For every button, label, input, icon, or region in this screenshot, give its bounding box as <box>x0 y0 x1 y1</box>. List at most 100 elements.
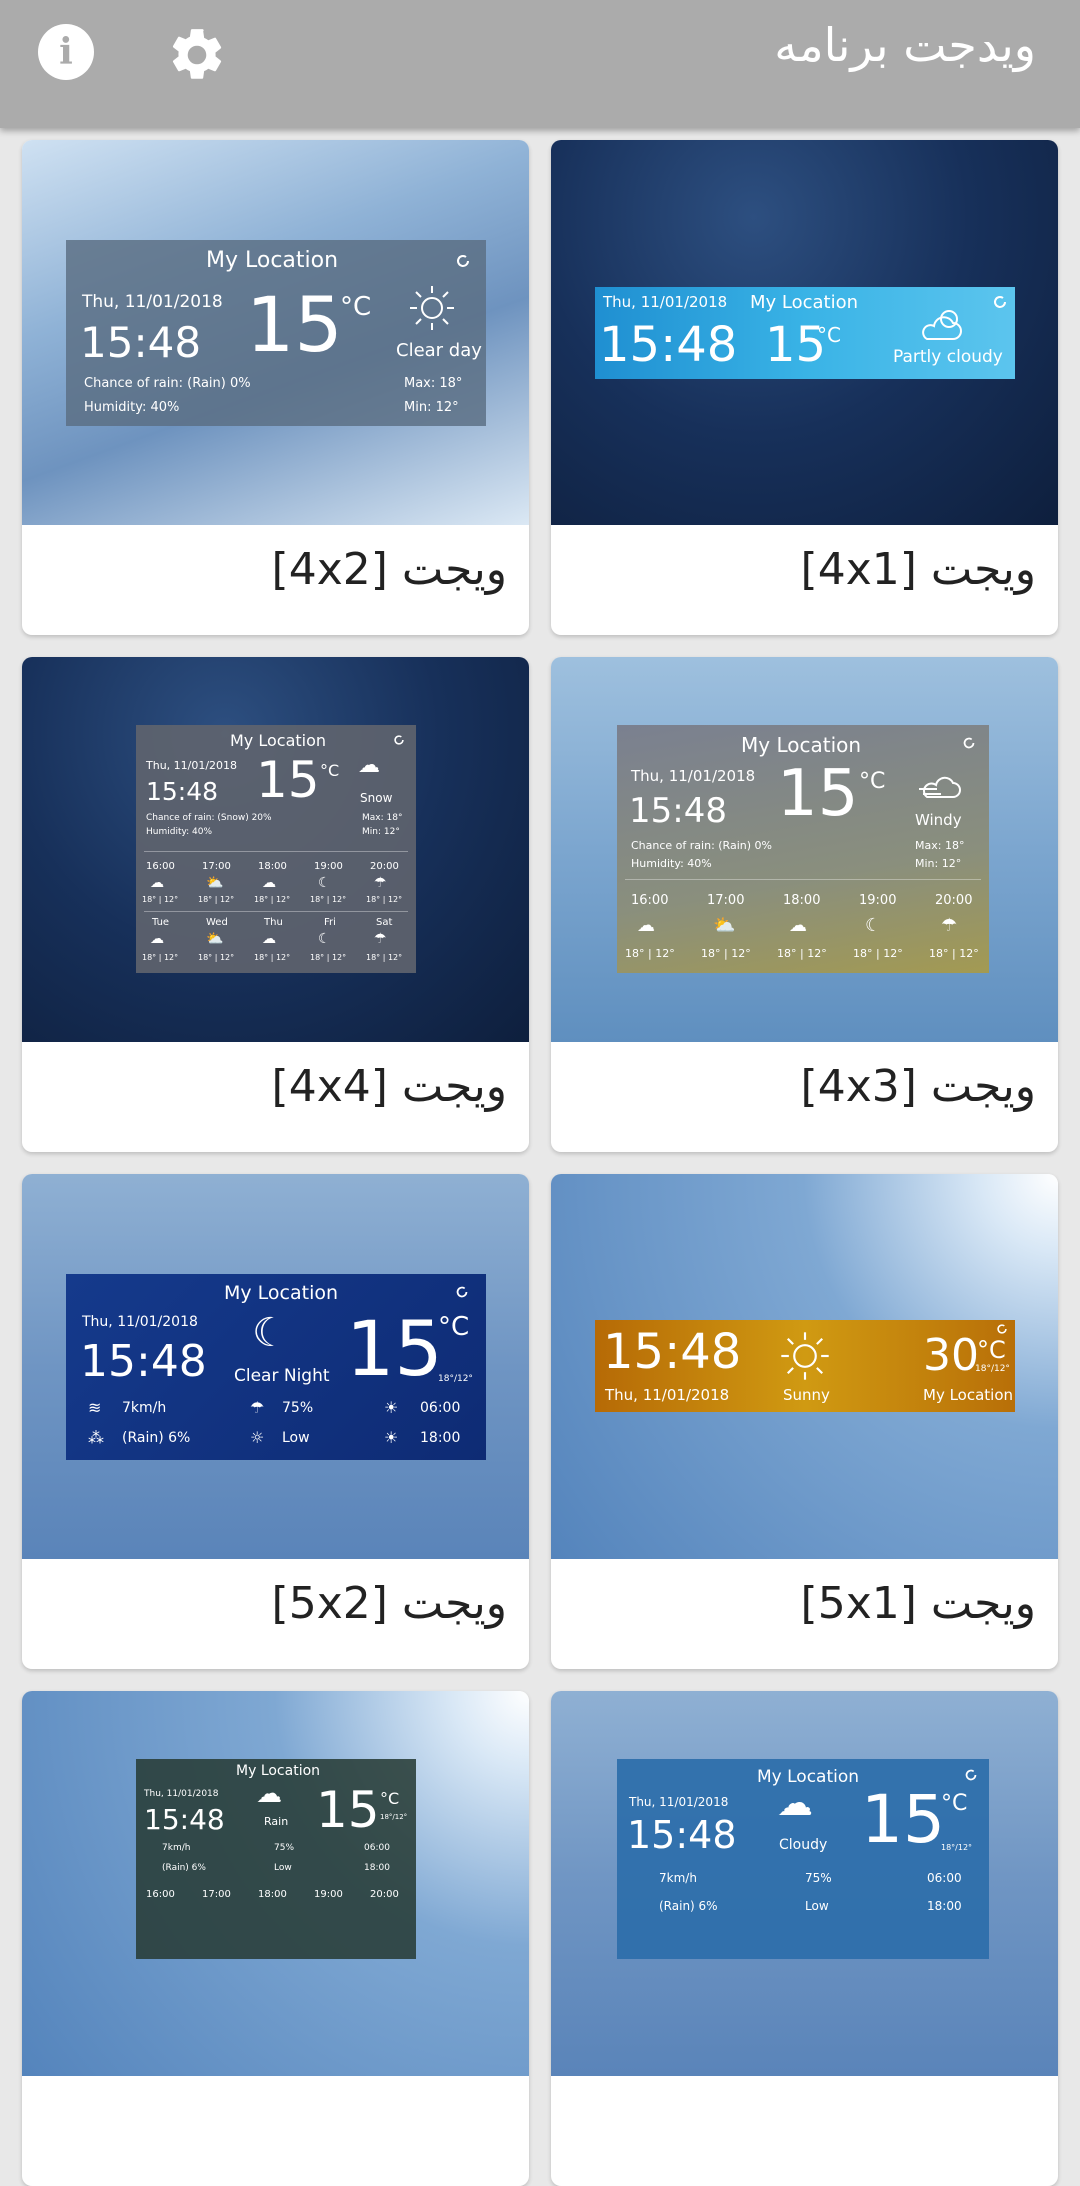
min-max-text: 18°/12° <box>380 1813 408 1821</box>
max-temp-text: Max: 18° <box>915 839 965 852</box>
partly-cloudy-icon: ⛅ <box>206 875 224 891</box>
forecast-day: Tue <box>152 917 170 928</box>
max-temp-text: Max: 18° <box>362 813 403 823</box>
forecast-hour: 20:00 <box>370 861 399 872</box>
sunrise-text: 06:00 <box>420 1400 461 1416</box>
time-text: 15:48 <box>144 1803 225 1836</box>
forecast-hour: 17:00 <box>707 893 745 908</box>
location-text: My Location <box>236 1763 321 1779</box>
widget-card-4x2[interactable]: My Location Thu, 11/01/2018 15:48 15 °C … <box>22 140 529 635</box>
temperature-text: 15 <box>256 751 320 809</box>
date-text: Thu, 11/01/2018 <box>144 1789 219 1799</box>
refresh-icon <box>965 1769 977 1781</box>
info-icon[interactable]: i <box>38 24 94 80</box>
time-text: 15:48 <box>146 777 219 806</box>
date-text: Thu, 11/01/2018 <box>82 292 223 312</box>
forecast-hour: 18:00 <box>783 893 821 908</box>
widget-label: ویجت [4x3] <box>800 1061 1036 1112</box>
widget-card-cloudy[interactable]: My Location Thu, 11/01/2018 15:48 ☁ Clou… <box>551 1691 1058 2186</box>
moon-icon: ☾ <box>318 931 331 947</box>
rain-chance-text: Chance of rain: (Rain) 0% <box>84 376 251 391</box>
forecast-day: Wed <box>206 917 228 928</box>
widget-preview: My Location Thu, 11/01/2018 15:48 15 °C … <box>22 657 529 1042</box>
moon-icon: ☾ <box>252 1310 288 1356</box>
page-title: ویدجت برنامه <box>774 18 1036 72</box>
widget-preview: My Location Thu, 11/01/2018 15:48 15 °C … <box>22 140 529 525</box>
moon-icon: ☾ <box>318 875 331 891</box>
forecast-hour: 18:00 <box>258 1889 287 1900</box>
unit-text: °C <box>340 292 372 322</box>
widget-card-4x1[interactable]: Thu, 11/01/2018 My Location 15:48 15 °C … <box>551 140 1058 635</box>
widget-4x4: My Location Thu, 11/01/2018 15:48 15 °C … <box>136 725 416 973</box>
wind-icon: ≋ <box>88 1398 102 1417</box>
forecast-day: Fri <box>324 917 336 928</box>
forecast-temp: 18° | 12° <box>625 947 675 960</box>
date-text: Thu, 11/01/2018 <box>603 293 728 311</box>
sun-icon <box>410 286 454 330</box>
time-text: 15:48 <box>599 317 738 373</box>
forecast-temp: 18° | 12° <box>853 947 903 960</box>
unit-text: °C <box>941 1791 968 1816</box>
widget-card-4x4[interactable]: My Location Thu, 11/01/2018 15:48 15 °C … <box>22 657 529 1152</box>
widget-card-rain[interactable]: My Location Thu, 11/01/2018 15:48 ☁ Rain… <box>22 1691 529 2186</box>
time-text: 15:48 <box>80 318 202 367</box>
forecast-hour: 19:00 <box>314 1889 343 1900</box>
widget-preview: My Location Thu, 11/01/2018 15:48 15 °C … <box>551 657 1058 1042</box>
wind-text: 7km/h <box>659 1871 697 1885</box>
partly-cloudy-icon <box>922 310 962 340</box>
forecast-temp: 18° | 12° <box>366 895 403 904</box>
unit-text: °C <box>320 761 340 780</box>
humidity-text: 75% <box>282 1400 314 1416</box>
date-text: Thu, 11/01/2018 <box>631 767 756 785</box>
condition-text: Rain <box>264 1815 289 1828</box>
condition-text: Clear day <box>396 340 482 361</box>
forecast-hour: 20:00 <box>370 1889 399 1900</box>
unit-text: °C <box>438 1312 470 1342</box>
sunrise-icon: ☀ <box>384 1398 399 1417</box>
min-temp-text: Min: 12° <box>404 400 459 415</box>
widget-card-4x3[interactable]: My Location Thu, 11/01/2018 15:48 15 °C … <box>551 657 1058 1152</box>
widget-label: ویجت [4x2] <box>271 544 507 595</box>
forecast-temp: 18° | 12° <box>198 895 235 904</box>
time-text: 15:48 <box>603 1324 742 1380</box>
min-temp-text: Min: 12° <box>915 857 962 870</box>
humidity-text: Humidity: 40% <box>84 400 180 415</box>
refresh-icon <box>997 1324 1007 1334</box>
location-text: My Location <box>230 731 327 750</box>
uv-text: Low <box>274 1863 292 1873</box>
humidity-text: 75% <box>805 1871 832 1885</box>
forecast-temp: 18° | 12° <box>142 895 179 904</box>
min-max-text: 18°/12° <box>941 1843 973 1852</box>
forecast-hour: 20:00 <box>935 893 973 908</box>
humidity-text: 75% <box>274 1843 295 1853</box>
rain-text: (Rain) 6% <box>162 1863 206 1873</box>
cloud-icon: ☁ <box>262 931 276 947</box>
widget-preview: My Location Thu, 11/01/2018 15:48 ☾ Clea… <box>22 1174 529 1559</box>
refresh-icon <box>994 296 1006 308</box>
moon-icon <box>434 751 472 813</box>
forecast-day: Sat <box>376 917 393 928</box>
wind-text: 7km/h <box>162 1843 191 1853</box>
condition-text: Partly cloudy <box>893 347 1003 367</box>
windy-icon <box>919 776 961 798</box>
rain-icon: ☂ <box>374 931 387 947</box>
rain-text: (Rain) 6% <box>122 1430 191 1446</box>
gear-icon[interactable] <box>166 24 228 86</box>
temperature-text: 15 <box>861 1781 945 1858</box>
date-text: Thu, 11/01/2018 <box>82 1314 198 1330</box>
temperature-text: 15 <box>246 280 343 369</box>
moon-icon: ☾ <box>865 915 882 936</box>
widget-card-5x2[interactable]: My Location Thu, 11/01/2018 15:48 ☾ Clea… <box>22 1174 529 1669</box>
raindrop-icon: ⁂ <box>88 1428 104 1447</box>
widget-card-5x1[interactable]: 15:48 Thu, 11/01/2018 Sunny 30 °C 18°/12… <box>551 1174 1058 1669</box>
widget-5x2: My Location Thu, 11/01/2018 15:48 ☾ Clea… <box>66 1274 486 1460</box>
min-temp-text: Min: 12° <box>362 827 400 837</box>
sunrise-text: 06:00 <box>364 1843 390 1853</box>
forecast-hour: 17:00 <box>202 861 231 872</box>
forecast-temp: 18° | 12° <box>701 947 751 960</box>
widget-preview: Thu, 11/01/2018 My Location 15:48 15 °C … <box>551 140 1058 525</box>
widget-4x2: My Location Thu, 11/01/2018 15:48 15 °C … <box>66 240 486 426</box>
sunset-text: 18:00 <box>927 1899 962 1913</box>
refresh-icon <box>394 735 404 745</box>
sunset-text: 18:00 <box>364 1863 390 1873</box>
